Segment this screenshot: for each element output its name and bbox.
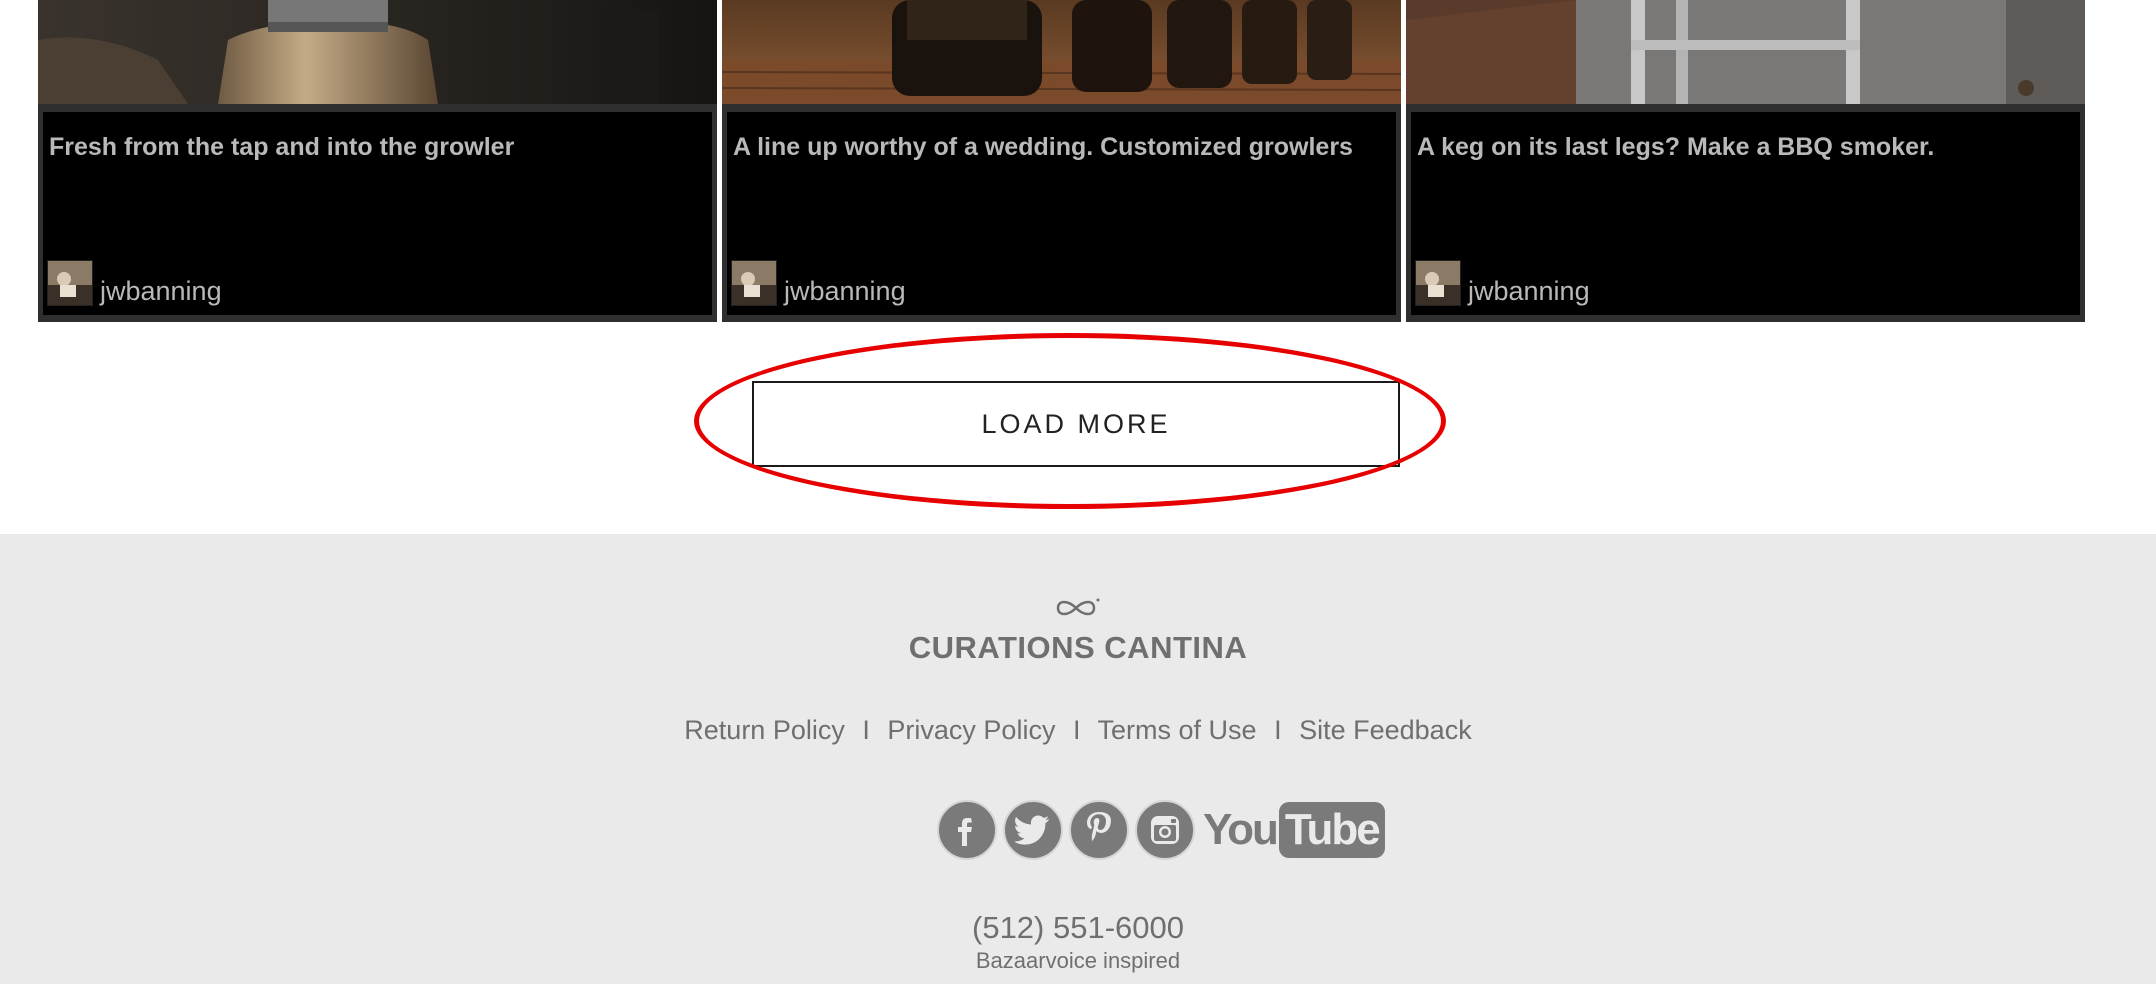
keg-smoker-photo[interactable] [1406, 0, 2085, 104]
youtube-you-text: You [1203, 805, 1279, 854]
tagline: Bazaarvoice inspired [975, 948, 1181, 973]
load-more-button[interactable]: LOAD MORE [752, 381, 1400, 467]
card-caption-panel: A keg on its last legs? Make a BBQ smoke… [1411, 112, 2080, 315]
footer-links: Return Policy I Privacy Policy I Terms o… [0, 715, 2156, 746]
card-author[interactable]: jwbanning [47, 260, 222, 306]
username[interactable]: jwbanning [100, 276, 222, 306]
username[interactable]: jwbanning [1468, 276, 1590, 306]
avatar[interactable] [47, 260, 93, 306]
growler-bottle-photo[interactable] [38, 0, 717, 104]
instagram-icon[interactable] [1135, 800, 1195, 860]
avatar[interactable] [1415, 260, 1461, 306]
phone-number[interactable]: (512) 551-6000 [0, 910, 2156, 946]
post-card-grid: Fresh from the tap and into the growler … [38, 0, 2086, 322]
site-feedback-link[interactable]: Site Feedback [1299, 715, 1472, 745]
link-separator: I [862, 715, 870, 745]
avatar[interactable] [731, 260, 777, 306]
link-separator: I [1072, 715, 1081, 745]
card-author[interactable]: jwbanning [1415, 260, 1590, 306]
brand-logo-icon[interactable] [1050, 594, 1102, 622]
load-more-container: LOAD MORE [752, 381, 1400, 467]
growlers-lineup-photo[interactable] [722, 0, 1401, 104]
card-caption[interactable]: Fresh from the tap and into the growler [49, 132, 708, 162]
post-card[interactable]: A keg on its last legs? Make a BBQ smoke… [1406, 0, 2085, 322]
card-caption-panel: Fresh from the tap and into the growler … [43, 112, 712, 315]
pinterest-icon[interactable] [1069, 800, 1129, 860]
youtube-tube-text: Tube [1278, 802, 1385, 858]
post-card[interactable]: A line up worthy of a wedding. Customize… [722, 0, 1401, 322]
facebook-icon[interactable] [937, 800, 997, 860]
twitter-icon[interactable] [1003, 800, 1063, 860]
return-policy-link[interactable]: Return Policy [684, 715, 845, 745]
youtube-icon[interactable]: You Tube [1203, 802, 1385, 858]
card-caption-panel: A line up worthy of a wedding. Customize… [727, 112, 1396, 315]
card-caption[interactable]: A line up worthy of a wedding. Customize… [733, 132, 1392, 162]
link-separator: I [1274, 715, 1282, 745]
social-links: You Tube [937, 798, 1385, 862]
username[interactable]: jwbanning [784, 276, 906, 306]
terms-of-use-link[interactable]: Terms of Use [1098, 715, 1257, 745]
privacy-policy-link[interactable]: Privacy Policy [887, 715, 1055, 745]
card-author[interactable]: jwbanning [731, 260, 906, 306]
post-card[interactable]: Fresh from the tap and into the growler … [38, 0, 717, 322]
card-caption[interactable]: A keg on its last legs? Make a BBQ smoke… [1417, 132, 2076, 162]
brand-name[interactable]: CURATIONS CANTINA [0, 630, 2156, 666]
site-footer: CURATIONS CANTINA Return Policy I Privac… [0, 534, 2156, 984]
